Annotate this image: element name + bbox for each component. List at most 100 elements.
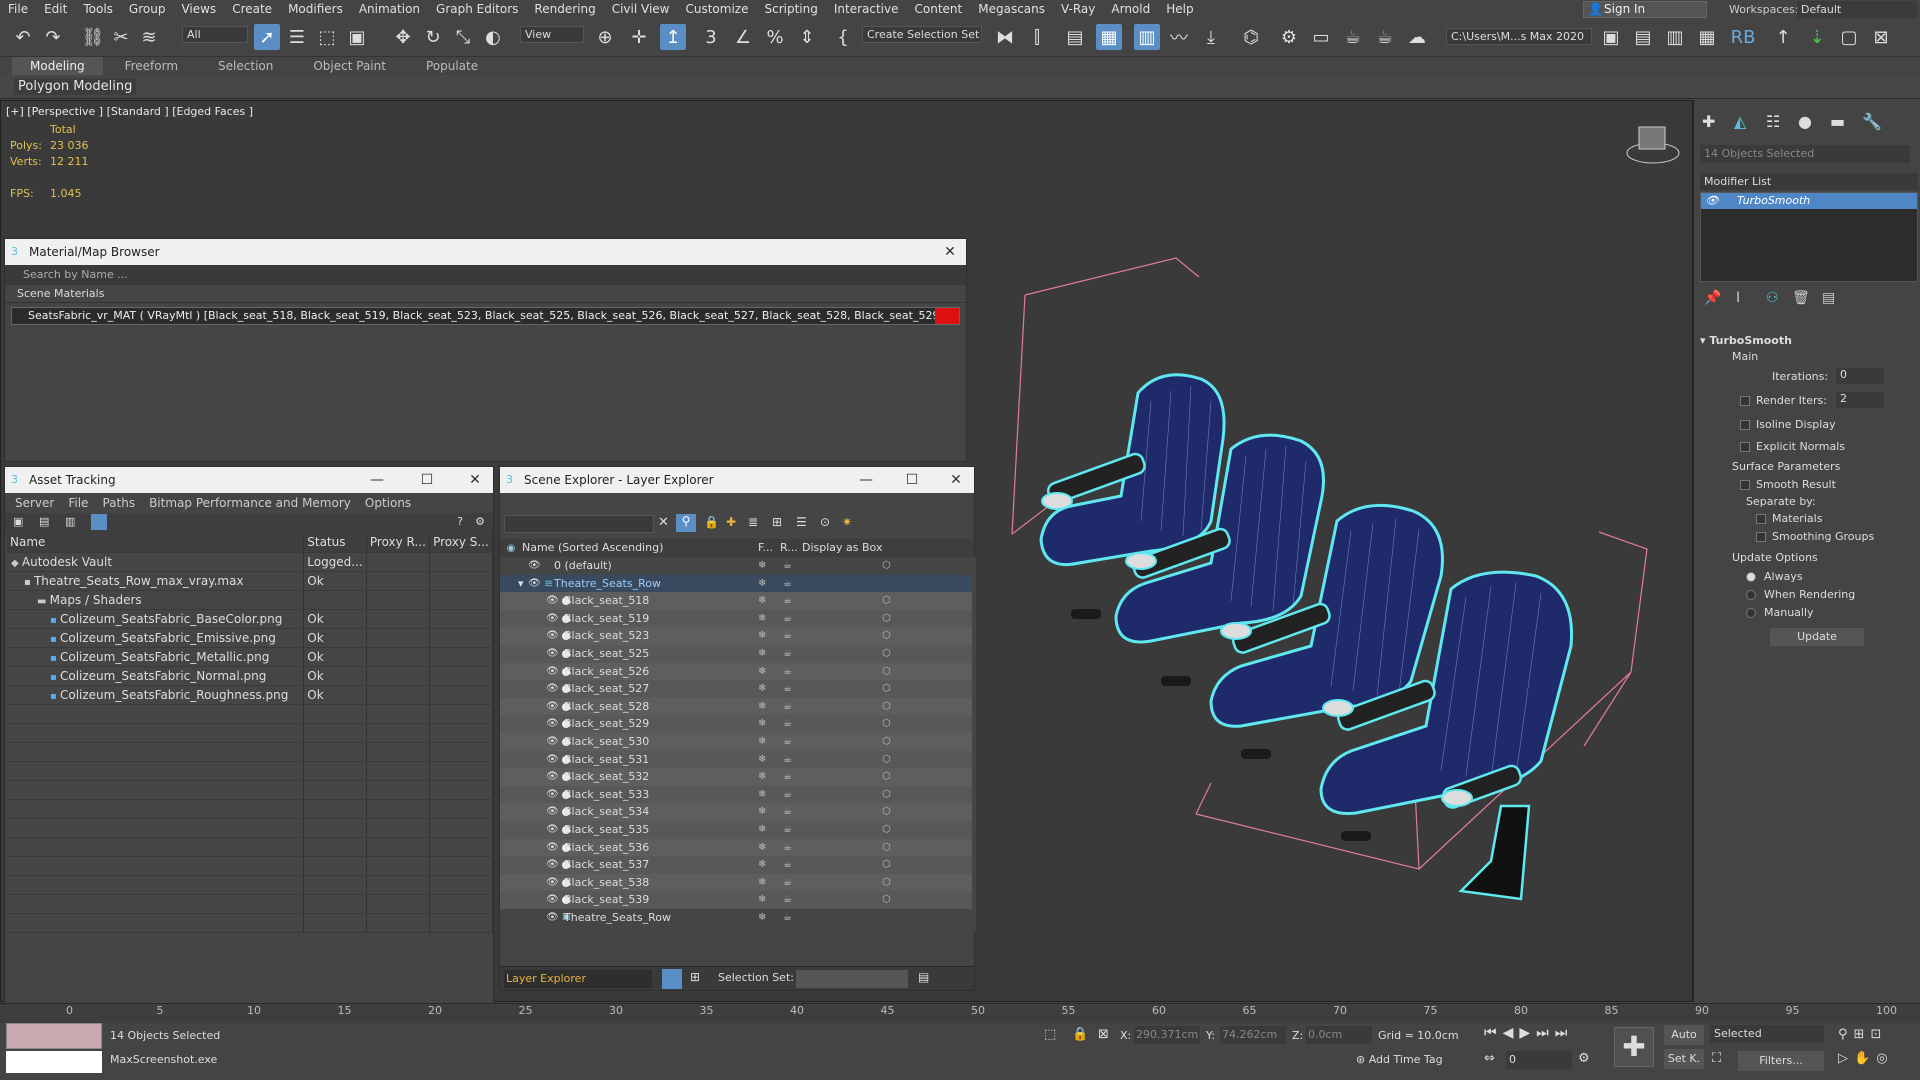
asset-menu-server[interactable]: Server bbox=[15, 496, 54, 510]
box-display-icon[interactable]: ⬡ bbox=[882, 645, 891, 662]
render-teapot-icon[interactable]: ☕ bbox=[783, 557, 792, 574]
menu-v-ray[interactable]: V-Ray bbox=[1053, 0, 1103, 18]
align-icon[interactable]: ⫿ bbox=[1024, 24, 1050, 50]
box-display-icon[interactable]: ⬡ bbox=[882, 663, 891, 680]
display-tab-icon[interactable]: ▬ bbox=[1830, 112, 1845, 131]
box-display-icon[interactable]: ⬡ bbox=[882, 891, 891, 908]
menu-scripting[interactable]: Scripting bbox=[756, 0, 825, 18]
layer-row[interactable]: 👁 Black_seat_535 ❄ ☕ ⬡ bbox=[500, 821, 972, 839]
box-display-icon[interactable]: ⬡ bbox=[882, 768, 891, 785]
selection-filter-dropdown[interactable]: All bbox=[182, 26, 248, 43]
eye-icon[interactable]: 👁 bbox=[546, 891, 559, 908]
viewport-label[interactable]: [+] [Perspective ] [Standard ] [Edged Fa… bbox=[6, 105, 253, 118]
render-teapot-icon[interactable]: ☕ bbox=[783, 839, 792, 856]
keyboard-shortcut-override-icon[interactable]: ↥ bbox=[660, 24, 686, 50]
freeze-icon[interactable]: ❄ bbox=[758, 786, 766, 803]
filters-button[interactable]: Filters... bbox=[1738, 1051, 1824, 1071]
asset-menu-file[interactable]: File bbox=[68, 496, 88, 510]
menu-modifiers[interactable]: Modifiers bbox=[280, 0, 351, 18]
eye-icon[interactable]: 👁 bbox=[546, 592, 559, 609]
render-teapot-icon[interactable]: ☕ bbox=[783, 663, 792, 680]
freeze-icon[interactable]: ❄ bbox=[758, 768, 766, 785]
table-row[interactable] bbox=[7, 818, 493, 838]
box-display-icon[interactable]: ⬡ bbox=[882, 839, 891, 856]
percent-snap-icon[interactable]: % bbox=[762, 24, 788, 50]
arrow-down-icon[interactable]: ⇣ bbox=[1804, 24, 1830, 50]
menu-group[interactable]: Group bbox=[121, 0, 174, 18]
freeze-icon[interactable]: ❄ bbox=[758, 874, 766, 891]
eye-icon[interactable]: 👁 bbox=[546, 698, 559, 715]
pin-icon[interactable]: ▤ bbox=[918, 970, 929, 984]
col-render-header[interactable]: R... bbox=[780, 539, 798, 557]
go-to-start-icon[interactable]: ⏮ bbox=[1484, 1025, 1503, 1041]
eye-icon[interactable]: 👁 bbox=[546, 821, 559, 838]
eye-icon[interactable]: 👁 bbox=[546, 645, 559, 662]
toggle-ribbon-icon[interactable]: ▥ bbox=[1134, 24, 1160, 50]
screen-capture-icon[interactable]: ▢ bbox=[1836, 24, 1862, 50]
expand-arrow-icon[interactable]: ▾ bbox=[518, 575, 524, 592]
freeze-icon[interactable]: ❄ bbox=[758, 839, 766, 856]
table-row[interactable] bbox=[7, 894, 493, 914]
layer-row[interactable]: 👁 Black_seat_539 ❄ ☕ ⬡ bbox=[500, 891, 972, 909]
curve-editor-icon[interactable]: 〰 bbox=[1166, 24, 1192, 50]
freeze-icon[interactable]: ❄ bbox=[758, 680, 766, 697]
refresh-icon[interactable]: ▣ bbox=[13, 515, 23, 528]
maximize-icon[interactable]: ☐ bbox=[902, 471, 922, 489]
render-teapot-icon[interactable]: ☕ bbox=[783, 592, 792, 609]
table-row[interactable]: ▪ Colizeum_SeatsFabric_Normal.png Ok bbox=[7, 666, 493, 686]
eye-icon[interactable]: 👁 bbox=[546, 627, 559, 644]
toggle-scene-explorer-icon[interactable]: ▤ bbox=[1062, 24, 1088, 50]
render-teapot-icon[interactable]: ☕ bbox=[783, 856, 792, 873]
sign-in-button[interactable]: 👤 Sign In bbox=[1583, 1, 1707, 18]
table-row[interactable] bbox=[7, 704, 493, 724]
render-teapot-icon[interactable]: ☕ bbox=[783, 786, 792, 803]
table-row[interactable] bbox=[7, 856, 493, 876]
ribbon-tab-freeform[interactable]: Freeform bbox=[107, 57, 196, 75]
box-display-icon[interactable]: ⬡ bbox=[882, 715, 891, 732]
menu-help[interactable]: Help bbox=[1158, 0, 1201, 18]
menu-edit[interactable]: Edit bbox=[36, 0, 75, 18]
menu-megascans[interactable]: Megascans bbox=[970, 0, 1053, 18]
table-row[interactable]: ▪ Colizeum_SeatsFabric_Emissive.png Ok bbox=[7, 628, 493, 648]
layer-row[interactable]: 👁 Black_seat_519 ❄ ☕ ⬡ bbox=[500, 609, 972, 628]
y-coordinate-field[interactable]: 74.262cm bbox=[1220, 1026, 1286, 1044]
box-display-icon[interactable]: ⬡ bbox=[882, 874, 891, 891]
asset-col-header[interactable]: Proxy S... bbox=[429, 533, 493, 553]
col-name-header[interactable]: Name (Sorted Ascending) bbox=[522, 539, 663, 557]
maximize-icon[interactable]: ☐ bbox=[417, 471, 437, 489]
freeze-icon[interactable]: ❄ bbox=[758, 557, 766, 574]
isoline-checkbox[interactable] bbox=[1740, 420, 1750, 430]
motion-tab-icon[interactable]: ● bbox=[1798, 112, 1812, 131]
layer-row[interactable]: 👁 Black_seat_527 ❄ ☕ ⬡ bbox=[500, 680, 972, 698]
utilities-tab-icon[interactable]: 🔧 bbox=[1862, 112, 1882, 131]
render-setup-icon[interactable]: ⚙ bbox=[1276, 24, 1302, 50]
rendered-frame-window-icon[interactable]: ▭ bbox=[1308, 24, 1334, 50]
table-row[interactable] bbox=[7, 799, 493, 819]
eye-icon[interactable]: 👁 bbox=[546, 610, 559, 627]
eye-icon[interactable]: 👁 bbox=[546, 663, 559, 680]
menu-customize[interactable]: Customize bbox=[677, 0, 756, 18]
render-teapot-icon[interactable]: ☕ bbox=[783, 715, 792, 732]
layer-row[interactable]: 👁 Black_seat_532 ❄ ☕ ⬡ bbox=[500, 768, 972, 786]
render-teapot-icon[interactable]: ☕ bbox=[783, 874, 792, 891]
workspaces-select[interactable]: Default bbox=[1797, 1, 1917, 18]
box-display-icon[interactable]: ⬡ bbox=[882, 627, 891, 644]
ribbon-tab-modeling[interactable]: Modeling bbox=[12, 57, 103, 75]
checkout-icon[interactable]: ▤ bbox=[39, 515, 49, 528]
layer-row[interactable]: 👁 Black_seat_523 ❄ ☕ ⬡ bbox=[500, 627, 972, 645]
zoom-extents-icon[interactable]: ⊡ bbox=[1870, 1027, 1887, 1042]
open-icon[interactable]: ▤ bbox=[1630, 24, 1656, 50]
rb-script-icon[interactable]: RB bbox=[1730, 24, 1756, 50]
layers-icon[interactable]: ☰ bbox=[796, 515, 807, 529]
table-row[interactable] bbox=[7, 837, 493, 857]
close-icon[interactable]: ✕ bbox=[940, 243, 960, 261]
play-icon[interactable]: ▶ bbox=[1519, 1025, 1536, 1041]
layer-row[interactable]: 👁 Black_seat_530 ❄ ☕ ⬡ bbox=[500, 733, 972, 751]
eye-icon[interactable]: 👁 bbox=[546, 768, 559, 785]
rect-selection-icon[interactable]: ⬚ bbox=[314, 24, 340, 50]
project-folder-icon[interactable]: ▣ bbox=[1598, 24, 1624, 50]
go-to-end-icon[interactable]: ⏭ bbox=[1555, 1025, 1574, 1041]
close-square-icon[interactable]: ⊠ bbox=[1868, 24, 1894, 50]
render-teapot-icon[interactable]: ☕ bbox=[783, 891, 792, 908]
table-row[interactable] bbox=[7, 780, 493, 800]
